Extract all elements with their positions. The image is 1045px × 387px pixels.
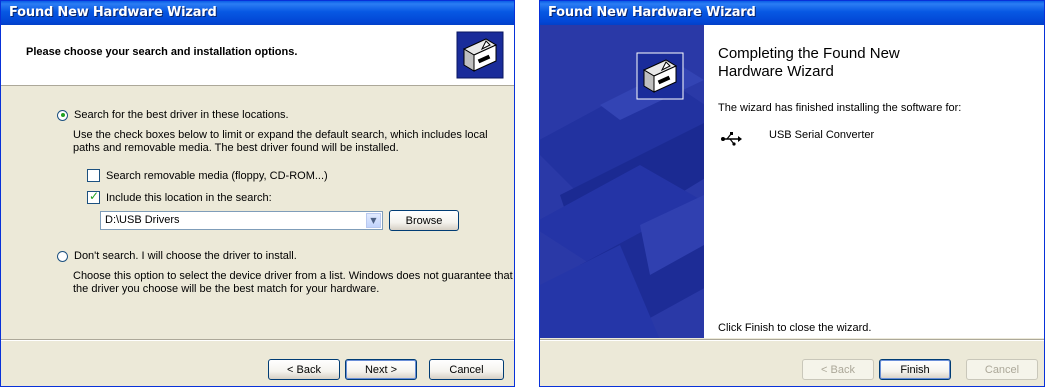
- next-button[interactable]: Next >: [345, 359, 417, 380]
- dropdown-arrow-icon[interactable]: ▼: [366, 213, 381, 228]
- window-title: Found New Hardware Wizard: [548, 5, 756, 20]
- completion-heading: Completing the Found New Hardware Wizard: [718, 45, 918, 81]
- cancel-button[interactable]: Cancel: [966, 359, 1038, 380]
- dont-desc-line-1: Choose this option to select the device …: [73, 270, 513, 282]
- wizard-sidebar-graphic: [540, 25, 704, 338]
- dont-search-description: Choose this option to select the device …: [73, 270, 513, 296]
- check-removable-media[interactable]: [87, 169, 100, 182]
- options-body: Search for the best driver in these loca…: [1, 86, 514, 338]
- back-button[interactable]: < Back: [802, 359, 874, 380]
- hardware-wizard-icon: [456, 31, 504, 79]
- dont-desc-line-2: the driver you choose will be the best m…: [73, 283, 380, 295]
- device-name: USB Serial Converter: [769, 129, 875, 141]
- finish-button[interactable]: Finish: [879, 359, 951, 380]
- location-combobox[interactable]: D:\USB Drivers ▼: [100, 211, 383, 230]
- check-location-row[interactable]: Include this location in the search:: [87, 189, 272, 204]
- completion-dialog: Found New Hardware Wizard Completing the…: [539, 0, 1045, 387]
- check-removable-row[interactable]: Search removable media (floppy, CD-ROM..…: [87, 169, 328, 182]
- window-title: Found New Hardware Wizard: [9, 5, 217, 20]
- heading-line-2: Hardware Wizard: [718, 63, 834, 80]
- radio-search-label: Search for the best driver in these loca…: [74, 109, 289, 121]
- title-bar[interactable]: Found New Hardware Wizard: [540, 1, 1044, 25]
- browse-button[interactable]: Browse: [389, 210, 459, 231]
- title-bar[interactable]: Found New Hardware Wizard: [1, 1, 514, 25]
- search-options-dialog: Found New Hardware Wizard Please choose …: [0, 0, 515, 387]
- footer-divider: [540, 339, 1044, 340]
- hardware-wizard-icon: [636, 52, 684, 100]
- page-title: Please choose your search and installati…: [26, 46, 298, 58]
- search-desc-line-1: Use the check boxes below to limit or ex…: [73, 129, 488, 141]
- radio-dont-search[interactable]: [57, 250, 68, 262]
- wizard-header: Please choose your search and installati…: [1, 25, 514, 86]
- usb-icon: [720, 131, 742, 150]
- footer-divider: [1, 339, 514, 340]
- heading-line-1: Completing the Found New: [718, 45, 900, 62]
- search-desc-line-2: paths and removable media. The best driv…: [73, 142, 399, 154]
- radio-search-row[interactable]: Search for the best driver in these loca…: [57, 109, 289, 121]
- close-instruction: Click Finish to close the wizard.: [718, 322, 872, 334]
- check-removable-label: Search removable media (floppy, CD-ROM..…: [106, 169, 328, 182]
- finished-text: The wizard has finished installing the s…: [718, 102, 962, 114]
- cancel-button[interactable]: Cancel: [429, 359, 504, 380]
- search-description: Use the check boxes below to limit or ex…: [73, 129, 488, 155]
- radio-dont-search-row[interactable]: Don't search. I will choose the driver t…: [57, 250, 297, 262]
- completion-body: Completing the Found New Hardware Wizard…: [704, 25, 1044, 338]
- radio-search-best[interactable]: [57, 109, 68, 121]
- location-value: D:\USB Drivers: [105, 214, 180, 226]
- check-include-location[interactable]: [87, 189, 100, 204]
- back-button[interactable]: < Back: [268, 359, 340, 380]
- radio-dont-search-label: Don't search. I will choose the driver t…: [74, 250, 297, 262]
- check-location-label: Include this location in the search:: [106, 191, 272, 204]
